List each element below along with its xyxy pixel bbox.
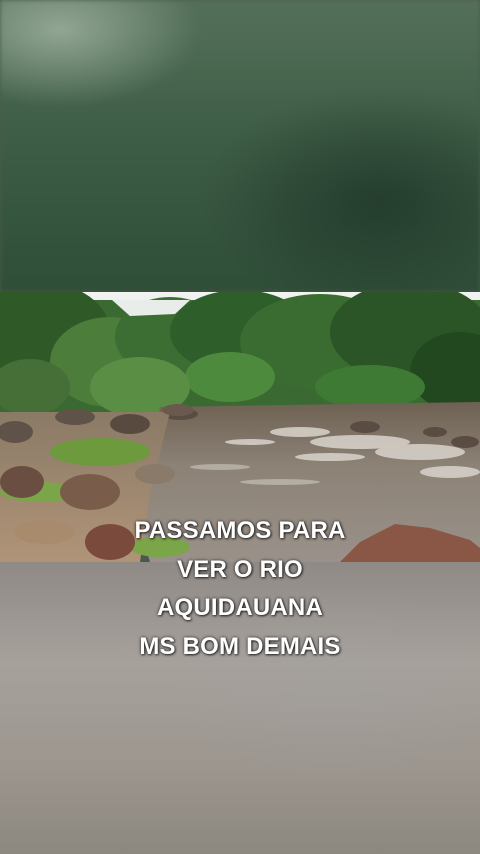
caption-line-3: AQUIDAUANA xyxy=(157,594,323,621)
caption-line-4: MS BOM DEMAIS xyxy=(139,632,341,660)
caption-line-1: PASSAMOS PARA xyxy=(134,517,346,544)
forest xyxy=(0,292,480,417)
video-caption: PASSAMOS PARA VER O RIO AQUIDAUANA MS BO… xyxy=(0,512,480,666)
caption-line-2: VER O RIO xyxy=(177,555,303,583)
blurred-background-top xyxy=(0,0,480,292)
